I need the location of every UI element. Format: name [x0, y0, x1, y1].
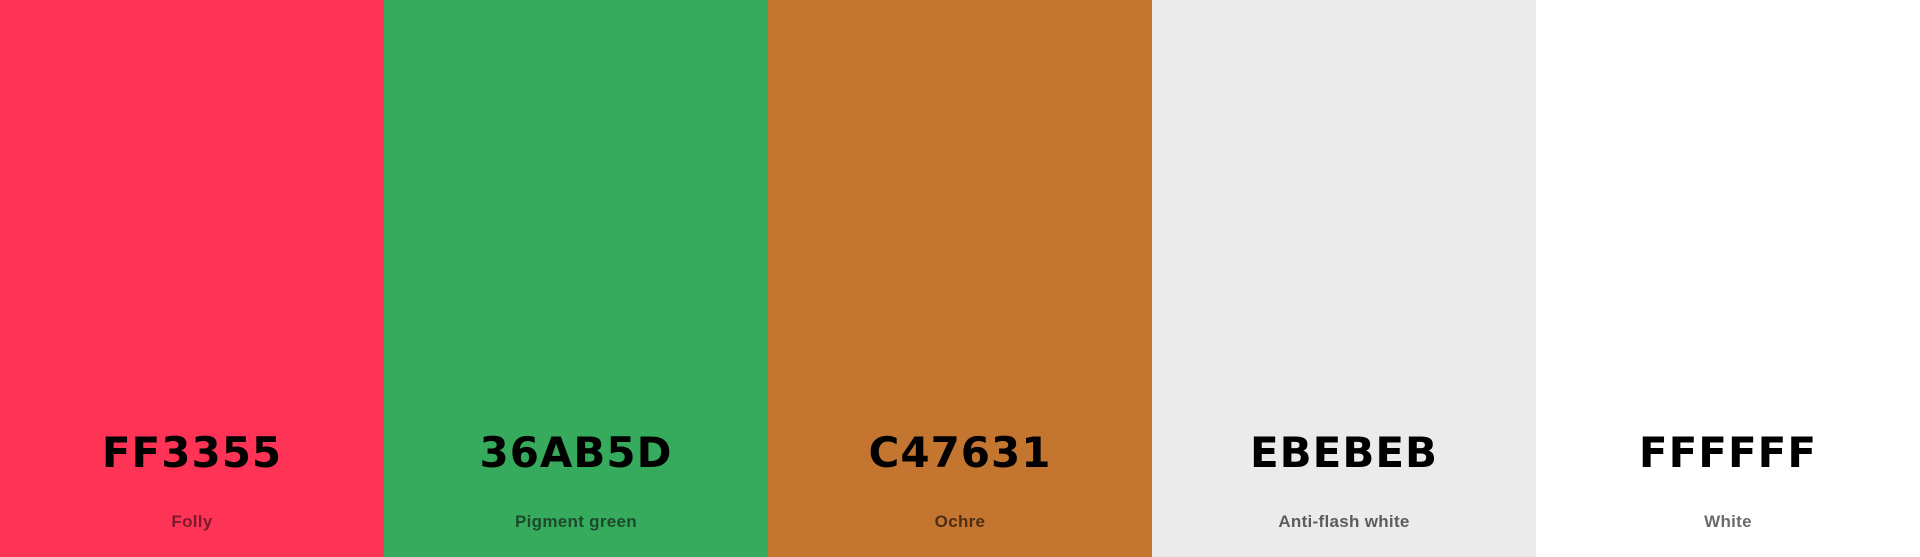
swatch-hex-code: C47631	[868, 428, 1052, 477]
swatch-anti-flash-white[interactable]: EBEBEB Anti-flash white	[1152, 0, 1536, 557]
color-palette: FF3355 Folly 36AB5D Pigment green C47631…	[0, 0, 1920, 557]
swatch-color-name: Ochre	[934, 512, 986, 531]
swatch-color-name: White	[1704, 512, 1752, 531]
swatch-color-name: Pigment green	[515, 512, 637, 531]
swatch-white[interactable]: FFFFFF White	[1536, 0, 1920, 557]
swatch-folly[interactable]: FF3355 Folly	[0, 0, 384, 557]
swatch-hex-code: FF3355	[101, 428, 283, 477]
swatch-pigment-green[interactable]: 36AB5D Pigment green	[384, 0, 768, 557]
swatch-hex-code: 36AB5D	[479, 428, 673, 477]
swatch-color-name: Anti-flash white	[1278, 512, 1410, 531]
swatch-hex-code: EBEBEB	[1249, 428, 1439, 477]
swatch-ochre[interactable]: C47631 Ochre	[768, 0, 1152, 557]
swatch-color-name: Folly	[171, 512, 213, 531]
swatch-hex-code: FFFFFF	[1638, 428, 1818, 477]
